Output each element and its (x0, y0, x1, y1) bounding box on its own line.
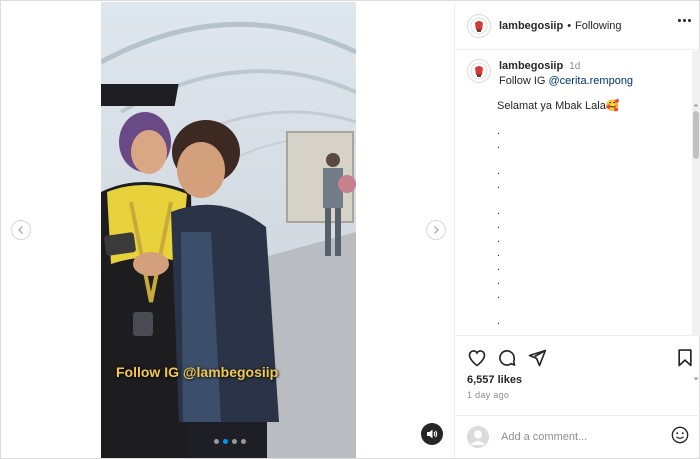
caption-row: lambegosiip 1d Follow IG @cerita.rempong (467, 59, 633, 88)
caption-dot: . (497, 165, 501, 177)
bookmark-icon[interactable] (675, 348, 695, 368)
scrollbar-thumb[interactable] (693, 111, 699, 159)
chevron-right-icon (434, 226, 439, 234)
carousel-dot-active (223, 439, 228, 444)
carousel-dot (214, 439, 219, 444)
caption-dot: . (497, 315, 501, 327)
likes-count[interactable]: 6,557 likes (467, 374, 522, 386)
comment-icon[interactable] (497, 348, 517, 368)
post-sidebar: lambegosiip • Following lambegosiip 1d F… (454, 2, 700, 458)
caption-dot: . (497, 275, 501, 287)
post-header: lambegosiip • Following (455, 2, 700, 50)
caption-body: lambegosiip 1d Follow IG @cerita.rempong (499, 59, 633, 88)
caption-scrollbar[interactable] (692, 51, 700, 381)
profile-logo-icon (470, 17, 488, 34)
carousel-dot (241, 439, 246, 444)
caption-dot: . (497, 233, 501, 245)
scroll-up-icon[interactable] (693, 102, 699, 108)
post-video[interactable] (101, 2, 356, 458)
media-panel: Follow IG @lambegosiip InStar (2, 2, 454, 458)
video-overlay-text: Follow IG @lambegosiip (116, 364, 279, 380)
chevron-left-icon (18, 226, 23, 234)
caption-dot: . (497, 139, 501, 151)
caption-dot: . (497, 219, 501, 231)
caption-area: lambegosiip 1d Follow IG @cerita.rempong … (455, 51, 700, 335)
post-actions: 6,557 likes 1 day ago (455, 335, 700, 415)
emoji-icon[interactable] (671, 426, 689, 444)
default-avatar-icon (467, 426, 489, 448)
video-frame-illustration (101, 2, 356, 458)
caption-dot: . (497, 205, 501, 217)
watermark: InStar (370, 426, 419, 443)
carousel-indicator (214, 439, 246, 444)
caption-dot: . (497, 179, 501, 191)
more-options-icon[interactable] (678, 19, 691, 22)
following-button[interactable]: Following (575, 20, 621, 32)
caption-time: 1d (569, 61, 581, 72)
caption-avatar[interactable] (467, 59, 491, 83)
caption-dot: . (497, 247, 501, 259)
current-user-avatar (467, 426, 489, 448)
caption-dot: . (497, 261, 501, 273)
caption-dot: . (497, 289, 501, 301)
profile-logo-icon (470, 62, 488, 80)
post-timestamp: 1 day ago (467, 390, 510, 400)
share-icon[interactable] (527, 348, 547, 368)
audio-toggle-button[interactable] (421, 423, 443, 445)
caption-handle-link[interactable]: @cerita.rempong (549, 75, 634, 87)
instagram-post-dialog: Follow IG @lambegosiip InStar lambegosii… (0, 0, 700, 459)
caption-prefix: Follow IG (499, 75, 549, 87)
comment-input[interactable] (501, 431, 661, 443)
caption-message: Selamat ya Mbak Lala🥰 (497, 100, 620, 112)
header-username[interactable]: lambegosiip (499, 20, 563, 32)
caption-username[interactable]: lambegosiip (499, 60, 563, 72)
add-comment-bar (455, 415, 700, 458)
heart-icon[interactable] (467, 348, 487, 368)
previous-button[interactable] (11, 220, 31, 240)
avatar[interactable] (467, 13, 491, 38)
caption-dot: . (497, 125, 501, 137)
next-button[interactable] (426, 220, 446, 240)
header-separator: • (567, 19, 572, 32)
carousel-dot (232, 439, 237, 444)
speaker-icon (427, 429, 438, 439)
